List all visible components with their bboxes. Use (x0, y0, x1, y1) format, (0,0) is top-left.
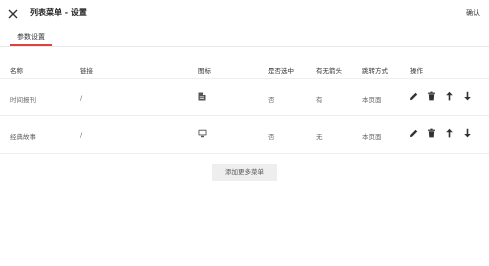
row-selected: 否 (268, 133, 275, 141)
table-row: 时间报刊 / 否 有 本页面 (0, 78, 489, 116)
column-header-actions: 操作 (410, 67, 423, 75)
row-name: 经典故事 (10, 133, 36, 141)
tab-bar: 参数设置 (0, 26, 489, 47)
tab-params-settings[interactable]: 参数设置 (10, 32, 52, 46)
row-actions (409, 128, 476, 140)
column-header-icon: 图标 (198, 67, 211, 75)
row-actions (409, 91, 476, 103)
delete-icon[interactable] (427, 91, 436, 101)
move-up-icon[interactable] (445, 128, 454, 138)
row-link: / (80, 94, 83, 102)
row-arrow: 无 (316, 133, 323, 141)
close-icon[interactable] (6, 6, 20, 20)
row-jump: 本页面 (362, 133, 382, 141)
column-header-jump: 跳转方式 (362, 67, 388, 75)
table-header: 名称 链接 图标 是否选中 有无箭头 跳转方式 操作 (0, 58, 489, 78)
row-jump: 本页面 (362, 96, 382, 104)
row-link: / (80, 131, 83, 139)
delete-icon[interactable] (427, 128, 436, 138)
table-row: 经典故事 / 否 无 本页面 (0, 115, 489, 154)
move-down-icon[interactable] (463, 128, 472, 138)
edit-icon[interactable] (409, 91, 418, 101)
monitor-icon (198, 129, 207, 140)
move-down-icon[interactable] (463, 91, 472, 101)
header: 列表菜单 - 设置 确认 (0, 0, 489, 26)
row-name: 时间报刊 (10, 96, 36, 104)
page-title: 列表菜单 - 设置 (30, 8, 87, 17)
column-header-selected: 是否选中 (268, 67, 294, 75)
column-header-name: 名称 (10, 67, 23, 75)
confirm-button[interactable]: 确认 (466, 8, 480, 18)
edit-icon[interactable] (409, 128, 418, 138)
row-arrow: 有 (316, 96, 323, 104)
row-selected: 否 (268, 96, 275, 104)
document-icon (198, 92, 206, 103)
move-up-icon[interactable] (445, 91, 454, 101)
column-header-arrow: 有无箭头 (316, 67, 342, 75)
column-header-link: 链接 (80, 67, 93, 75)
add-more-menu-button[interactable]: 添加更多菜单 (212, 164, 277, 181)
